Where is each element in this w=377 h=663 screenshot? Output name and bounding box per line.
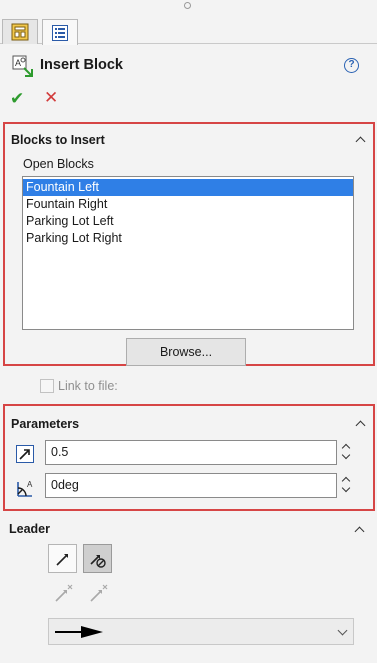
tab-strip bbox=[0, 17, 377, 45]
open-blocks-list[interactable]: Fountain Left Fountain Right Parking Lot… bbox=[22, 176, 354, 330]
list-item[interactable]: Parking Lot Left bbox=[23, 213, 353, 230]
leader-button[interactable] bbox=[48, 544, 77, 573]
collapse-caret-icon[interactable] bbox=[355, 418, 367, 430]
list-item[interactable]: Fountain Left bbox=[23, 179, 353, 196]
link-to-file-label: Link to file: bbox=[58, 379, 118, 393]
ok-button[interactable]: ✔ bbox=[10, 89, 24, 109]
link-to-file-checkbox[interactable] bbox=[40, 379, 54, 393]
smart-leader-button[interactable] bbox=[52, 583, 74, 605]
svg-text:A: A bbox=[27, 480, 33, 489]
scale-icon bbox=[16, 445, 34, 463]
section-title-blocks-to-insert: Blocks to Insert bbox=[11, 133, 105, 147]
tab-property-manager[interactable] bbox=[2, 19, 38, 44]
no-leader-icon bbox=[89, 554, 106, 568]
leader-arrow-icon bbox=[55, 553, 68, 566]
browse-button[interactable]: Browse... bbox=[126, 338, 246, 366]
angle-input[interactable]: 0deg bbox=[45, 473, 337, 498]
straight-leader-icon bbox=[90, 584, 108, 602]
page-title: Insert Block bbox=[40, 57, 123, 73]
list-item[interactable]: Parking Lot Right bbox=[23, 230, 353, 247]
chevron-down-icon[interactable] bbox=[337, 625, 348, 636]
cancel-button[interactable]: ✕ bbox=[44, 88, 58, 108]
straight-leader-button[interactable] bbox=[87, 583, 109, 605]
svg-text:A: A bbox=[15, 58, 21, 68]
tab-feature-manager[interactable] bbox=[42, 19, 78, 45]
insert-block-icon: A bbox=[12, 55, 33, 77]
section-title-leader: Leader bbox=[9, 522, 50, 536]
angle-spinner[interactable] bbox=[340, 473, 354, 498]
scale-input[interactable]: 0.5 bbox=[45, 440, 337, 465]
no-leader-button[interactable] bbox=[83, 544, 112, 573]
list-tree-icon bbox=[52, 24, 68, 41]
collapse-caret-icon[interactable] bbox=[355, 134, 367, 146]
blocks-to-insert-section: Blocks to Insert Open Blocks Fountain Le… bbox=[3, 122, 375, 366]
list-item[interactable]: Fountain Right bbox=[23, 196, 353, 213]
angle-icon: A bbox=[17, 480, 33, 497]
scale-spinner[interactable] bbox=[340, 440, 354, 465]
property-manager-icon bbox=[11, 23, 29, 41]
arrow-style-preview-icon bbox=[55, 626, 103, 638]
smart-leader-icon bbox=[55, 584, 73, 602]
panel-grip-handle[interactable] bbox=[184, 2, 191, 9]
collapse-caret-icon[interactable] bbox=[354, 524, 366, 536]
spin-down-icon[interactable] bbox=[341, 483, 351, 493]
spin-down-icon[interactable] bbox=[341, 450, 351, 460]
help-icon[interactable]: ? bbox=[344, 58, 359, 73]
arrow-style-select[interactable] bbox=[48, 618, 354, 645]
section-title-parameters: Parameters bbox=[11, 417, 80, 431]
open-blocks-label: Open Blocks bbox=[23, 157, 94, 171]
parameters-section: Parameters 0.5 A 0deg bbox=[3, 404, 375, 511]
